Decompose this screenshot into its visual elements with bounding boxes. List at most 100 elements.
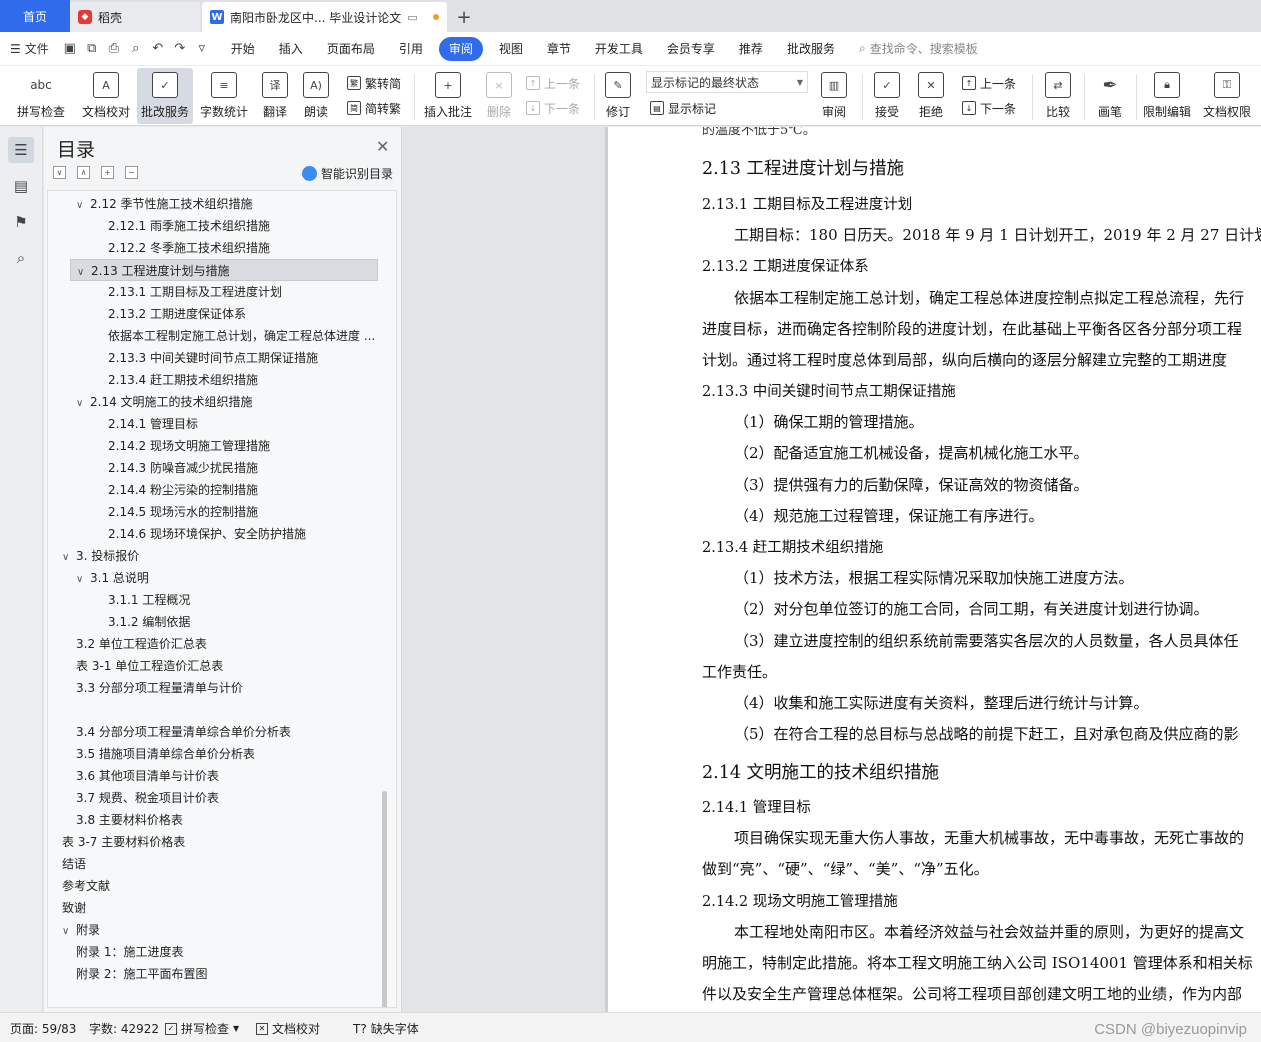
screen-icon[interactable]: ▭	[407, 11, 417, 24]
undo-icon[interactable]: ↶	[147, 38, 169, 60]
toc-item[interactable]: 2.14.1 管理目标	[48, 413, 378, 435]
simp-to-trad-button[interactable]: 简 简转繁	[347, 97, 401, 119]
smart-toc-button[interactable]: 智能识别目录	[302, 165, 393, 182]
collapse-all-icon[interactable]: ∨	[53, 166, 66, 179]
toc-item[interactable]: 2.14.5 现场污水的控制措施	[48, 501, 378, 523]
toc-item[interactable]: ∨ 附录	[48, 919, 378, 941]
toc-item[interactable]: 3.1.1 工程概况	[48, 589, 378, 611]
markup-mode-select[interactable]: 显示标记的最终状态 ▼	[646, 71, 808, 93]
toc-item[interactable]: 2.14.2 现场文明施工管理措施	[48, 435, 378, 457]
print-icon[interactable]: ⎙	[103, 38, 125, 60]
next-change-button[interactable]: ↓ 下一条	[962, 97, 1016, 119]
toc-panel-icon[interactable]: ☰	[8, 137, 34, 163]
spell-check-status[interactable]: ✓ 拼写检查 ▼	[165, 1020, 239, 1037]
toc-item[interactable]: 2.13.3 中间关键时间节点工期保证措施	[48, 347, 378, 369]
save-icon[interactable]: ▣	[59, 38, 81, 60]
toc-item[interactable]: 2.13.1 工期目标及工程进度计划	[48, 281, 378, 303]
toc-item[interactable]: 3.8 主要材料价格表	[48, 809, 378, 831]
toc-item[interactable]: 结语	[48, 853, 378, 875]
toc-item[interactable]: 3.6 其他项目清单与计价表	[48, 765, 378, 787]
expand-up-icon[interactable]: ∧	[77, 166, 90, 179]
toc-item[interactable]: 依据本工程制定施工总计划，确定工程总体进度 ...	[48, 325, 378, 347]
doc-proofread-button[interactable]: A 文档校对	[78, 68, 134, 124]
menu-item[interactable]: 页面布局	[315, 37, 387, 61]
menu-item[interactable]: 审阅	[438, 36, 483, 61]
missing-font-status[interactable]: T? 缺失字体	[353, 1020, 419, 1037]
tab-document[interactable]: W 南阳市卧龙区中... 毕业设计论文 ▭	[202, 2, 447, 32]
expand-caret-icon[interactable]: ∨	[62, 921, 76, 941]
page-indicator[interactable]: 页面: 59/83	[10, 1020, 76, 1037]
expand-caret-icon[interactable]: ∨	[62, 547, 76, 567]
new-tab-button[interactable]: +	[447, 2, 481, 32]
menu-item[interactable]: 视图	[487, 37, 535, 61]
menu-item[interactable]: 开发工具	[583, 37, 655, 61]
word-count-button[interactable]: ≡ 字数统计	[197, 68, 251, 124]
insert-comment-button[interactable]: + 插入批注	[420, 68, 476, 124]
show-markup-button[interactable]: ▤ 显示标记	[650, 97, 716, 119]
menu-item[interactable]: 引用	[387, 37, 435, 61]
chapter-nav-icon[interactable]: ▤	[8, 173, 34, 199]
toc-item[interactable]: 参考文献	[48, 875, 378, 897]
menu-item[interactable]: 批改服务	[775, 37, 847, 61]
toc-item[interactable]: 3.2 单位工程造价汇总表	[48, 633, 378, 655]
toc-item[interactable]: 3.4 分部分项工程量清单综合单价分析表	[48, 721, 378, 743]
toc-item[interactable]: 2.12.2 冬季施工技术组织措施	[48, 237, 378, 259]
pen-button[interactable]: ✒ 画笔	[1090, 68, 1130, 124]
export-icon[interactable]: ⧉	[81, 38, 103, 60]
compare-button[interactable]: ⇄ 比较	[1038, 68, 1078, 124]
toc-item[interactable]: 2.13.4 赶工期技术组织措施	[48, 369, 378, 391]
expand-caret-icon[interactable]: ∨	[76, 393, 90, 413]
restrict-edit-button[interactable]: 🔒︎ 限制编辑	[1140, 68, 1194, 124]
tab-daoke[interactable]: ◆ 稻壳	[70, 2, 200, 32]
tab-home[interactable]: 首页	[0, 0, 70, 32]
document-page[interactable]: 的温度不低于5℃。 2.13 工程进度计划与措施 2.13.1 工期目标及工程进度…	[608, 127, 1261, 1012]
expand-caret-icon[interactable]: ∨	[76, 195, 90, 215]
bookmark-icon[interactable]: ⚑	[8, 209, 34, 235]
next-comment-button[interactable]: ↓ 下一条	[526, 97, 580, 119]
file-menu[interactable]: ☰ 文件	[10, 40, 49, 57]
track-changes-button[interactable]: ✎ 修订	[600, 68, 636, 124]
toc-item[interactable]: 3.3 分部分项工程量清单与计价	[48, 677, 378, 699]
menu-item[interactable]: 章节	[535, 37, 583, 61]
prev-change-button[interactable]: ↑ 上一条	[962, 72, 1016, 94]
redo-icon[interactable]: ↷	[169, 38, 191, 60]
command-search[interactable]: ⌕ 查找命令、搜索模板	[859, 40, 978, 57]
toc-item[interactable]: ∨ 2.13 工程进度计划与措施	[70, 259, 378, 281]
toc-item[interactable]: 附录 2：施工平面布置图	[48, 963, 378, 985]
toc-item[interactable]: ∨ 3.1 总说明	[48, 567, 378, 589]
toc-item[interactable]: 2.14.6 现场环境保护、安全防护措施	[48, 523, 378, 545]
toc-item[interactable]: 表 3-7 主要材料价格表	[48, 831, 378, 853]
correction-service-button[interactable]: ✓ 批改服务	[137, 68, 193, 124]
toc-item[interactable]: 表 3-1 单位工程造价汇总表	[48, 655, 378, 677]
toc-item[interactable]: 2.12.1 雨季施工技术组织措施	[48, 215, 378, 237]
menu-item[interactable]: 插入	[267, 37, 315, 61]
find-icon[interactable]: ⌕	[8, 245, 34, 271]
read-aloud-button[interactable]: A) 朗读	[298, 68, 334, 124]
toc-item[interactable]: 3.5 措施项目清单综合单价分析表	[48, 743, 378, 765]
review-pane-button[interactable]: ▥ 审阅	[815, 68, 853, 124]
add-heading-icon[interactable]: +	[101, 166, 114, 179]
toc-item[interactable]: 致谢	[48, 897, 378, 919]
toc-item[interactable]: ∨ 2.14 文明施工的技术组织措施	[48, 391, 378, 413]
toc-item[interactable]: 3.1.2 编制依据	[48, 611, 378, 633]
toc-item[interactable]: 2.14.3 防噪音减少扰民措施	[48, 457, 378, 479]
close-icon[interactable]: ✕	[376, 137, 389, 156]
expand-caret-icon[interactable]: ∨	[76, 569, 90, 589]
menu-item[interactable]: 会员专享	[655, 37, 727, 61]
translate-button[interactable]: 译 翻译	[255, 68, 295, 124]
word-count-status[interactable]: 字数: 42922	[89, 1020, 159, 1037]
toc-item[interactable]: ∨ 3. 投标报价	[48, 545, 378, 567]
toc-item[interactable]: 附录 1：施工进度表	[48, 941, 378, 963]
toc-item[interactable]: 2.14.4 粉尘污染的控制措施	[48, 479, 378, 501]
delete-comment-button[interactable]: × 删除	[480, 68, 518, 124]
menu-item[interactable]: 推荐	[727, 37, 775, 61]
toc-item[interactable]: 2.13.2 工期进度保证体系	[48, 303, 378, 325]
spell-check-button[interactable]: abc 拼写检查	[10, 68, 72, 124]
doc-permission-button[interactable]: ⚿ 文档权限	[1199, 68, 1255, 124]
toc-item[interactable]: 3.7 规费、税金项目计价表	[48, 787, 378, 809]
doc-check-status[interactable]: ✕ 文档校对	[256, 1020, 320, 1037]
toc-scrollbar[interactable]	[382, 791, 387, 1007]
toc-item[interactable]: ∨ 2.12 季节性施工技术组织措施	[48, 193, 378, 215]
reject-button[interactable]: ✕ 拒绝	[912, 68, 950, 124]
menu-item[interactable]: 开始	[219, 37, 267, 61]
